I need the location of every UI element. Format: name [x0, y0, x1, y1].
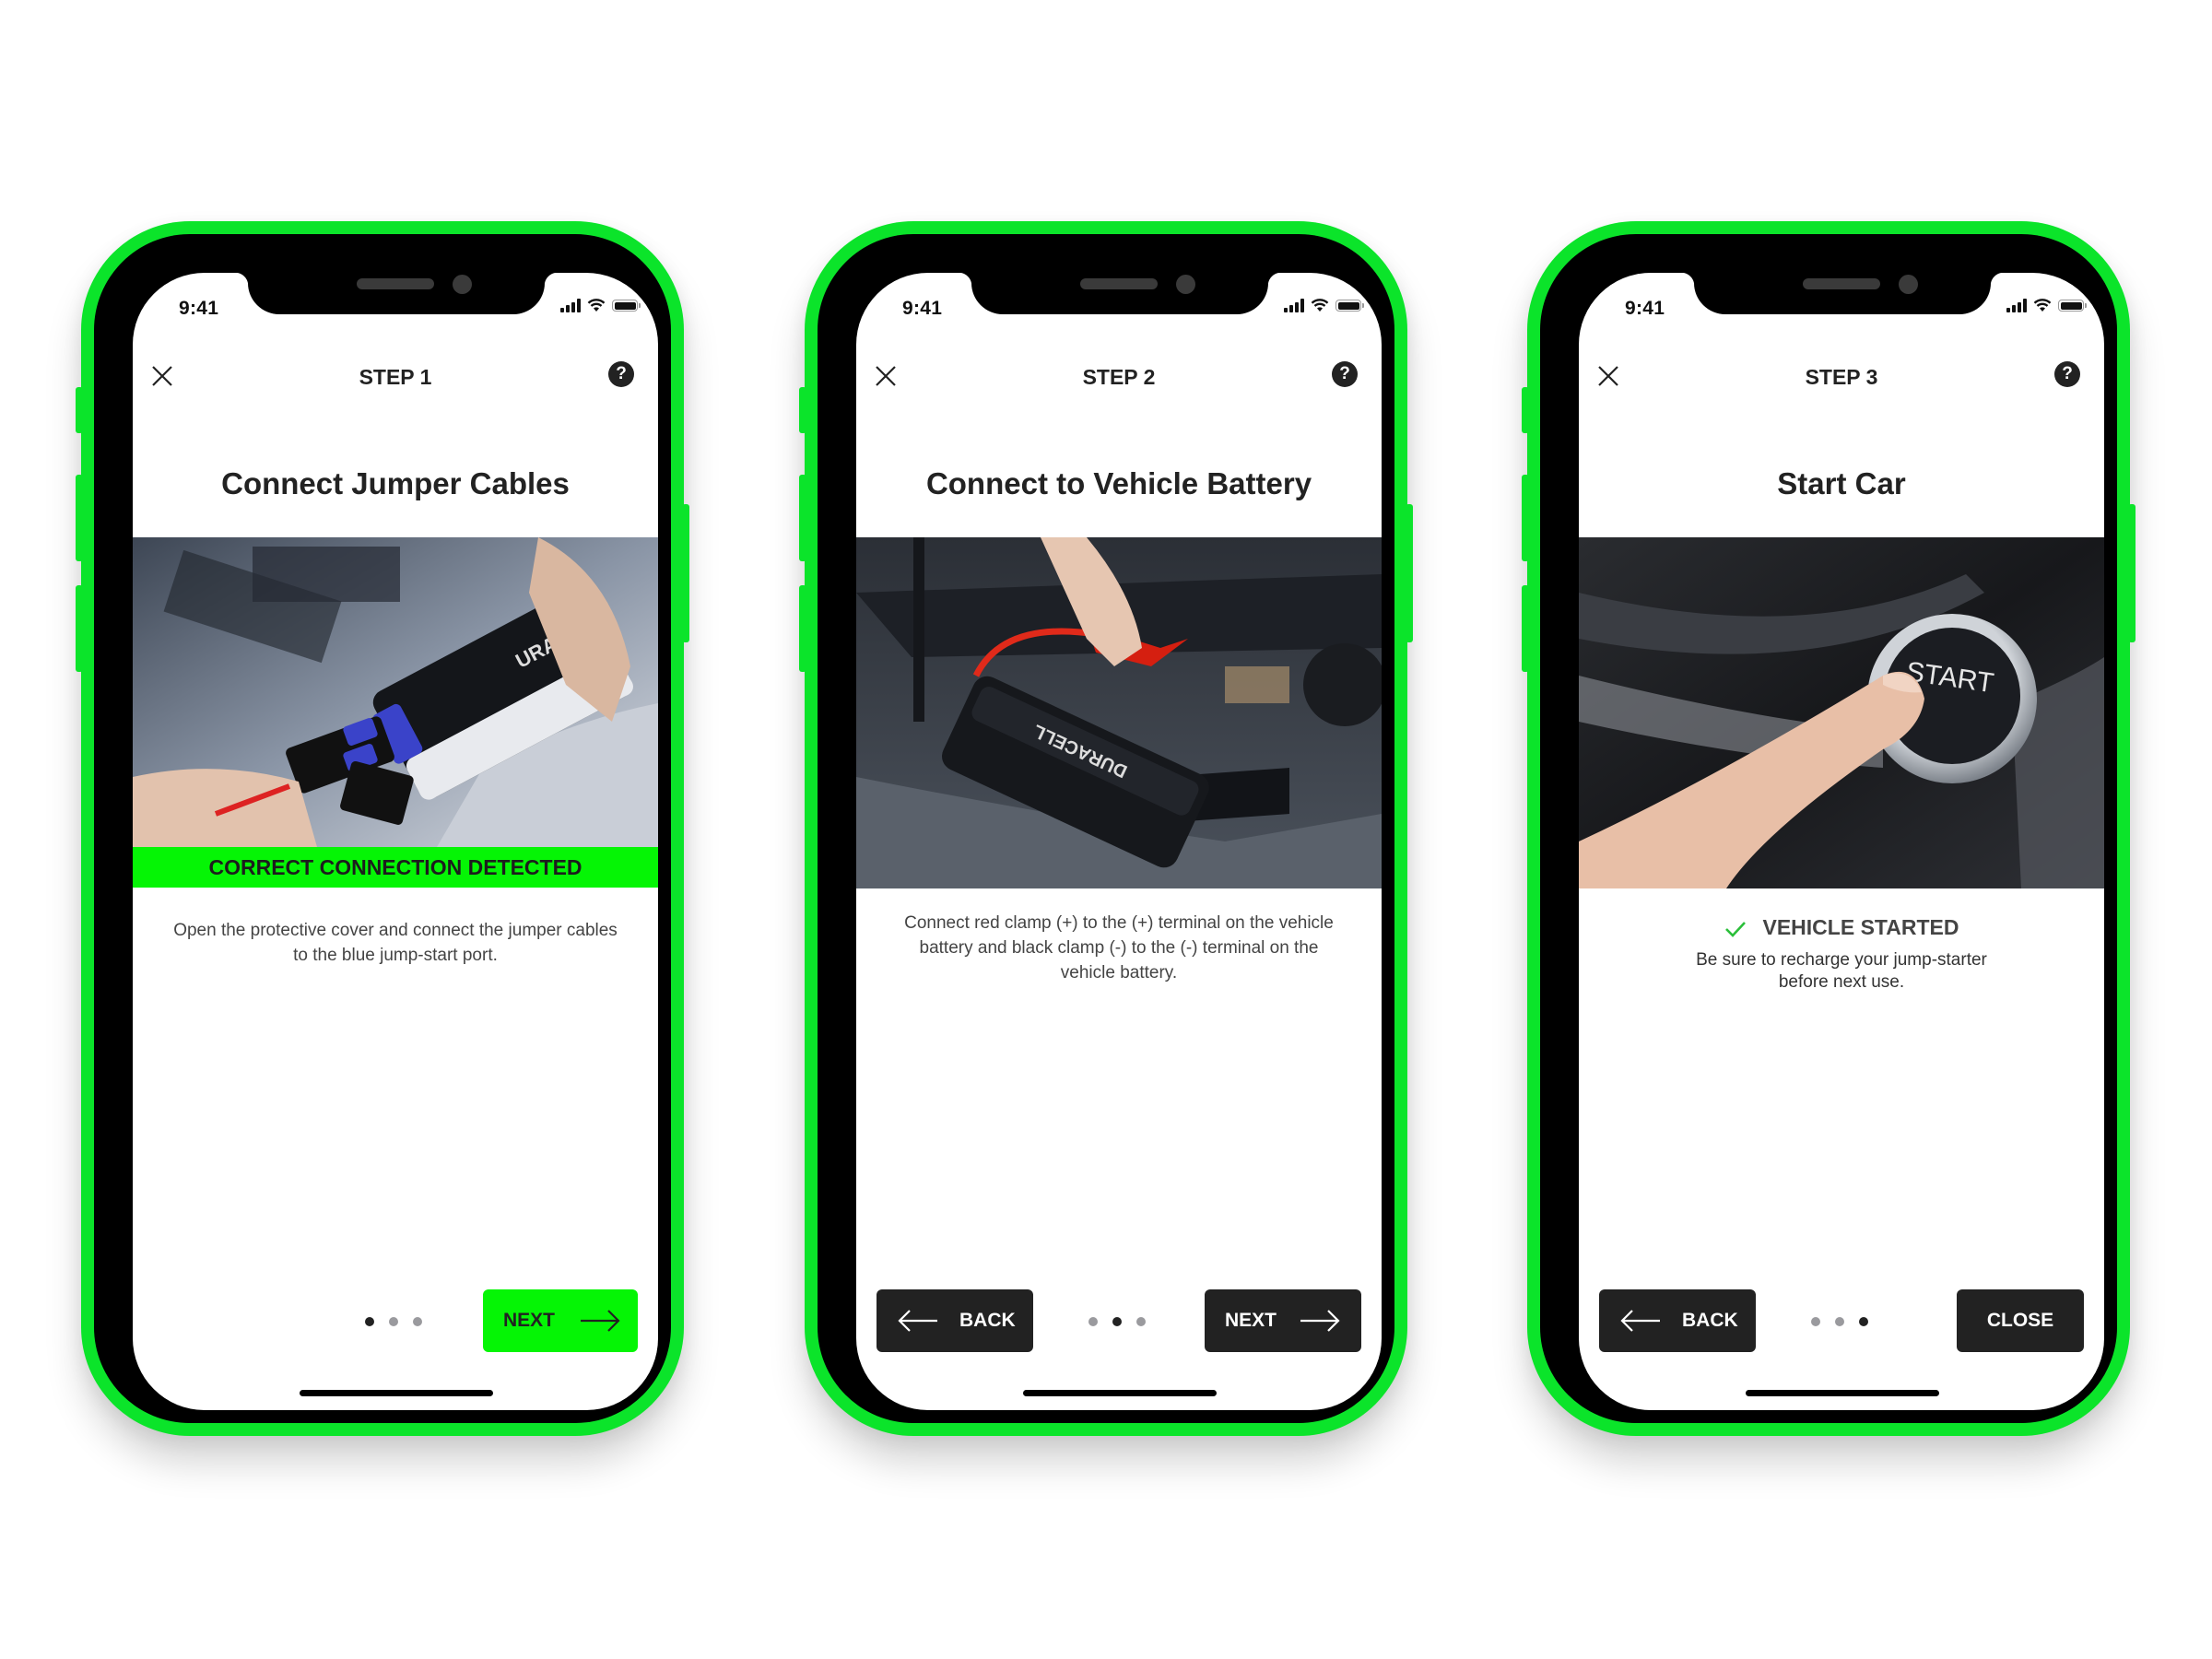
- volume-up-button: [799, 475, 806, 561]
- page-dot-3: [413, 1317, 422, 1326]
- mute-switch: [1522, 387, 1529, 433]
- mute-switch: [76, 387, 83, 433]
- status-icons: [560, 299, 641, 312]
- home-indicator: [1746, 1390, 1939, 1396]
- app-screen: 9:41 STEP 3 ? Start Car START VEHICLE ST…: [1579, 273, 2104, 1410]
- step-label: STEP 3: [1805, 365, 1878, 389]
- next-button[interactable]: NEXT: [1205, 1289, 1361, 1352]
- vehicle-battery-photo: DURACELL: [856, 537, 1382, 888]
- pagination-dots: [1088, 1317, 1146, 1326]
- phone-step-1: 9:41 STEP 1 ? Connect Jumper Cables CORR…: [76, 221, 689, 1436]
- speaker: [1080, 278, 1158, 289]
- step-description: Open the protective cover and connect th…: [173, 921, 618, 965]
- phone-bezel: 9:41 STEP 2 ? Connect to Vehicle Battery: [818, 234, 1394, 1423]
- pagination-dots: [1811, 1317, 1868, 1326]
- screen-title: Connect Jumper Cables: [221, 466, 570, 500]
- volume-down-button: [76, 585, 83, 672]
- next-button-label: NEXT: [1225, 1310, 1277, 1331]
- power-button: [1406, 504, 1413, 642]
- step-description: Connect red clamp (+) to the (+) termina…: [904, 913, 1334, 982]
- volume-down-button: [1522, 585, 1529, 672]
- status-time: 9:41: [902, 298, 943, 319]
- connect-cables-photo: URACELL: [133, 537, 658, 847]
- front-camera: [453, 275, 472, 294]
- phone-bezel: 9:41 STEP 1 ? Connect Jumper Cables CORR…: [94, 234, 671, 1423]
- back-button[interactable]: BACK: [877, 1289, 1033, 1352]
- back-button-label: BACK: [1682, 1310, 1738, 1331]
- page-dot-1: [1811, 1317, 1820, 1326]
- back-button[interactable]: BACK: [1599, 1289, 1756, 1352]
- result-status: VEHICLE STARTED: [1579, 915, 2104, 940]
- page-dot-1: [1088, 1317, 1098, 1326]
- front-camera: [1176, 275, 1195, 294]
- help-icon[interactable]: ?: [2054, 361, 2080, 387]
- cellular-signal-icon: [1284, 299, 1304, 312]
- front-camera: [1899, 275, 1918, 294]
- next-button-label: NEXT: [503, 1310, 556, 1331]
- step-footer: BACK CLOSE: [1579, 1289, 2104, 1352]
- wifi-icon: [1311, 299, 1329, 312]
- close-button[interactable]: CLOSE: [1957, 1289, 2084, 1352]
- phone-step-2: 9:41 STEP 2 ? Connect to Vehicle Battery: [799, 221, 1413, 1436]
- battery-icon: [1335, 300, 1364, 312]
- status-icons: [1284, 299, 1364, 312]
- result-label: VEHICLE STARTED: [1762, 915, 1959, 939]
- start-button-photo: START: [1579, 537, 2104, 888]
- volume-up-button: [1522, 475, 1529, 561]
- power-button: [682, 504, 689, 642]
- speaker: [357, 278, 434, 289]
- power-button: [2128, 504, 2136, 642]
- arrow-left-icon: [1620, 1310, 1660, 1332]
- wifi-icon: [587, 299, 606, 312]
- step-label: STEP 2: [1082, 365, 1156, 389]
- cellular-signal-icon: [560, 299, 581, 312]
- status-time: 9:41: [1625, 298, 1665, 319]
- arrow-right-icon: [581, 1310, 620, 1332]
- phone-step-3: 9:41 STEP 3 ? Start Car START VEHICLE ST…: [1522, 221, 2136, 1436]
- back-button-label: BACK: [959, 1310, 1016, 1331]
- page-dot-3: [1136, 1317, 1146, 1326]
- screen-title: Connect to Vehicle Battery: [925, 466, 1312, 500]
- app-screen: 9:41 STEP 1 ? Connect Jumper Cables CORR…: [133, 273, 658, 1410]
- notch: [235, 273, 558, 314]
- home-indicator: [1023, 1390, 1217, 1396]
- status-icons: [2006, 299, 2087, 312]
- cellular-signal-icon: [2006, 299, 2027, 312]
- volume-down-button: [799, 585, 806, 672]
- screen-title: Start Car: [1777, 466, 1906, 500]
- next-button[interactable]: NEXT: [483, 1289, 638, 1352]
- check-icon: [1724, 922, 1746, 937]
- page-dot-2: [1112, 1317, 1122, 1326]
- step-label: STEP 1: [359, 365, 432, 389]
- phone-bezel: 9:41 STEP 3 ? Start Car START VEHICLE ST…: [1540, 234, 2117, 1423]
- arrow-right-icon: [1300, 1310, 1340, 1332]
- step-footer: NEXT: [133, 1289, 658, 1352]
- arrow-left-icon: [898, 1310, 937, 1332]
- notch: [1681, 273, 2004, 314]
- page-dot-2: [1835, 1317, 1844, 1326]
- status-time: 9:41: [179, 298, 219, 319]
- app-screen: 9:41 STEP 2 ? Connect to Vehicle Battery: [856, 273, 1382, 1410]
- speaker: [1803, 278, 1880, 289]
- wifi-icon: [2033, 299, 2052, 312]
- page-dot-3: [1859, 1317, 1868, 1326]
- home-indicator: [300, 1390, 493, 1396]
- help-icon[interactable]: ?: [1332, 361, 1358, 387]
- close-button-label: CLOSE: [1986, 1310, 2054, 1331]
- page-dot-2: [389, 1317, 398, 1326]
- volume-up-button: [76, 475, 83, 561]
- step-footer: BACK NEXT: [856, 1289, 1382, 1352]
- pagination-dots: [365, 1317, 422, 1326]
- mute-switch: [799, 387, 806, 433]
- battery-icon: [612, 300, 641, 312]
- page-dot-1: [365, 1317, 374, 1326]
- help-icon[interactable]: ?: [608, 361, 634, 387]
- nav-header: STEP 3 ?: [1579, 354, 2104, 400]
- nav-header: STEP 1 ?: [133, 354, 658, 400]
- nav-header: STEP 2 ?: [856, 354, 1382, 400]
- connection-status-banner: CORRECT CONNECTION DETECTED: [133, 847, 658, 888]
- battery-icon: [2058, 300, 2087, 312]
- notch: [959, 273, 1281, 314]
- step-description: Be sure to recharge your jump-starter be…: [1696, 950, 1987, 992]
